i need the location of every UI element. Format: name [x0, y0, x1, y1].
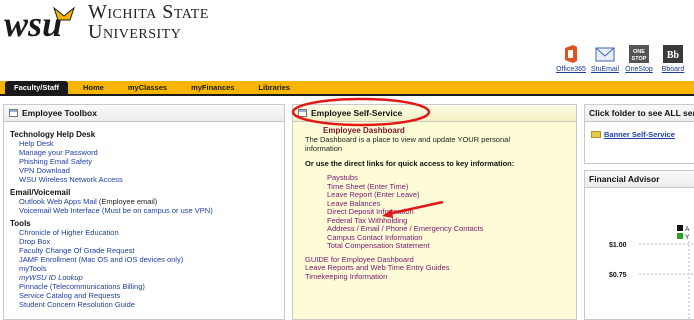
university-name-line1: Wichita State — [88, 1, 209, 23]
site-header: wsu Wichita State University Office365 S… — [0, 0, 694, 80]
quick-link-bboard[interactable]: Bb Bboard — [658, 44, 688, 73]
nav-tab-myclasses[interactable]: myClasses — [119, 81, 176, 94]
quick-link-onestop[interactable]: ONE STOP OneStop — [624, 44, 654, 73]
university-name-line2: University — [88, 21, 182, 43]
main-nav: Faculty/Staff Home myClasses myFinances … — [0, 81, 694, 96]
quick-link-stuemail-label: StuEmail — [590, 66, 619, 73]
quick-link-office365[interactable]: Office365 — [556, 44, 586, 73]
nav-tab-home[interactable]: Home — [74, 81, 113, 94]
tick-label-1: $1.00 — [609, 242, 627, 249]
link-manage-password[interactable]: Manage your Password — [10, 148, 278, 157]
quick-link-bboard-label: Bboard — [661, 66, 685, 73]
financial-advisor-header: Financial Advisor — [585, 171, 694, 188]
quick-link-stuemail[interactable]: StuEmail — [590, 44, 620, 73]
email-icon — [594, 44, 616, 64]
financial-advisor-chart: A Y $1.00 $0.75 — [585, 189, 694, 320]
link-timekeeping-info[interactable]: Timekeeping Information — [305, 272, 568, 282]
self-service-header[interactable]: Employee Self-Service — [293, 105, 576, 122]
employee-toolbox-header[interactable]: Employee Toolbox — [4, 105, 284, 122]
link-service-catalog[interactable]: Service Catalog and Requests — [10, 291, 278, 300]
link-mywsu-id[interactable]: myWSU ID Lookup — [10, 273, 278, 282]
link-outlook-web-apps[interactable]: Outlook Web Apps Mail — [19, 197, 97, 206]
banner-services-body: Banner Self-Service — [585, 122, 694, 147]
dashboard-description-line1: The Dashboard is a place to view and upd… — [305, 135, 510, 144]
svg-text:STOP: STOP — [632, 56, 647, 62]
link-total-compensation[interactable]: Total Compensation Statement — [327, 241, 568, 251]
university-wordmark: Wichita State University — [88, 2, 209, 42]
direct-links-list: Paystubs Time Sheet (Enter Time) Leave R… — [327, 173, 568, 251]
legend-label-y: Y — [685, 234, 690, 241]
legend-label-a: A — [685, 226, 690, 233]
nav-tab-libraries[interactable]: Libraries — [249, 81, 299, 94]
banner-services-header: Click folder to see ALL serv — [585, 105, 694, 122]
link-jamf[interactable]: JAMF Enrollment (Mac OS and iOS devices … — [10, 255, 278, 264]
list-item-outlook: Outlook Web Apps Mail (Employee email) — [10, 197, 278, 206]
link-voicemail-web[interactable]: Voicemail Web Interface (Must be on camp… — [10, 206, 278, 215]
section-title-tools: Tools — [10, 219, 31, 228]
link-employee-dashboard[interactable]: Employee Dashboard — [323, 126, 568, 135]
link-wireless-access[interactable]: WSU Wireless Network Access — [10, 175, 278, 184]
section-title-tech-help: Technology Help Desk — [10, 130, 96, 139]
employee-toolbox-body: Technology Help Desk Help Desk Manage yo… — [4, 122, 284, 314]
folder-icon — [591, 131, 601, 138]
tick-label-2: $0.75 — [609, 272, 627, 279]
banner-services-panel: Click folder to see ALL serv Banner Self… — [584, 104, 694, 164]
quick-links: Office365 StuEmail ONE STOP OneStop Bb Bb… — [556, 44, 688, 73]
quick-link-onestop-label: OneStop — [625, 66, 653, 73]
banner-services-title: Click folder to see ALL serv — [589, 108, 694, 118]
svg-text:ONE: ONE — [633, 49, 645, 55]
link-student-concern[interactable]: Student Concern Resolution Guide — [10, 300, 278, 309]
employee-toolbox-title: Employee Toolbox — [22, 108, 97, 118]
collapse-icon[interactable] — [298, 109, 307, 117]
collapse-icon[interactable] — [9, 109, 18, 117]
self-service-body: Employee Dashboard The Dashboard is a pl… — [293, 122, 576, 285]
quick-link-office365-label: Office365 — [556, 66, 586, 73]
link-chronicle[interactable]: Chronicle of Higher Education — [10, 228, 278, 237]
office365-icon — [560, 44, 582, 64]
guide-links-list: GUIDE for Employee Dashboard Leave Repor… — [305, 255, 568, 282]
blackboard-icon: Bb — [662, 44, 684, 64]
link-pinnacle[interactable]: Pinnacle (Telecommunications Billing) — [10, 282, 278, 291]
self-service-title: Employee Self-Service — [311, 108, 403, 118]
outlook-note: (Employee email) — [96, 197, 158, 206]
financial-advisor-title: Financial Advisor — [589, 174, 660, 184]
link-grade-change[interactable]: Faculty Change Of Grade Request — [10, 246, 278, 255]
nav-tab-faculty-staff[interactable]: Faculty/Staff — [5, 81, 69, 94]
employee-self-service-panel: Employee Self-Service Employee Dashboard… — [292, 104, 577, 320]
wsu-logo-text: wsu — [4, 4, 62, 42]
nav-tab-myfinances[interactable]: myFinances — [182, 81, 243, 94]
link-banner-self-service[interactable]: Banner Self-Service — [591, 130, 689, 139]
banner-self-service-label: Banner Self-Service — [604, 130, 675, 139]
link-mytools[interactable]: myTools — [10, 264, 278, 273]
financial-advisor-panel: Financial Advisor A Y $1.00 $0.75 — [584, 170, 694, 320]
wsu-logo[interactable]: wsu — [4, 2, 76, 44]
section-title-email: Email/Voicemail — [10, 188, 71, 197]
link-drop-box[interactable]: Drop Box — [10, 237, 278, 246]
dashboard-description-line2: information — [305, 144, 343, 153]
link-vpn-download[interactable]: VPN Download — [10, 166, 278, 175]
direct-links-heading: Or use the direct links for quick access… — [305, 159, 515, 168]
onestop-icon: ONE STOP — [628, 44, 650, 64]
employee-toolbox-panel: Employee Toolbox Technology Help Desk He… — [3, 104, 285, 320]
link-help-desk[interactable]: Help Desk — [10, 139, 278, 148]
link-phishing-safety[interactable]: Phishing Email Safety — [10, 157, 278, 166]
blackboard-icon-text: Bb — [667, 50, 680, 61]
